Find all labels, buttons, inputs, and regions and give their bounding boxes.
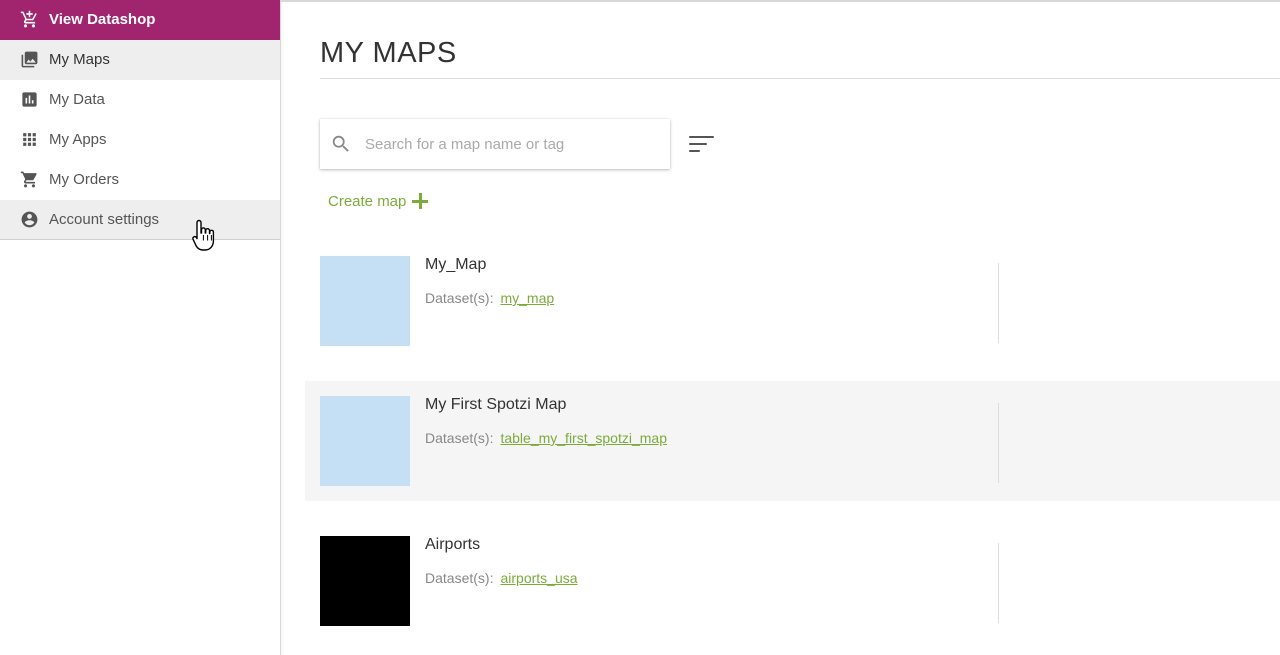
sidebar-item-account-settings[interactable]: Account settings (0, 200, 280, 240)
map-thumbnail[interactable] (320, 396, 410, 486)
sidebar-item-label: My Maps (49, 51, 110, 68)
map-list-item[interactable]: My First Spotzi Map Dataset(s): table_my… (305, 381, 1280, 501)
search-input[interactable] (365, 135, 645, 153)
sidebar-item-view-datashop[interactable]: View Datashop (0, 0, 280, 40)
sidebar-item-my-data[interactable]: My Data (0, 80, 280, 120)
sidebar-item-my-orders[interactable]: My Orders (0, 160, 280, 200)
page-title: MY MAPS (320, 37, 457, 69)
row-divider (998, 263, 999, 343)
account-circle-icon (19, 210, 39, 230)
sidebar-item-my-maps[interactable]: My Maps (0, 40, 280, 80)
map-list-item[interactable]: Airports Dataset(s): airports_usa (305, 521, 1280, 641)
create-map-button[interactable]: Create map (328, 192, 429, 210)
map-name[interactable]: Airports (425, 536, 480, 554)
map-datasets: Dataset(s): table_my_first_spotzi_map (425, 430, 667, 446)
title-divider (320, 78, 1280, 79)
map-list-item[interactable]: My_Map Dataset(s): my_map (305, 241, 1280, 361)
grid-icon (19, 130, 39, 150)
sidebar-item-my-apps[interactable]: My Apps (0, 120, 280, 160)
create-map-label: Create map (328, 192, 407, 210)
sidebar-item-label: My Data (49, 91, 105, 108)
main-content: MY MAPS Create map My_Map Dataset(s): my… (281, 0, 1280, 655)
dataset-link[interactable]: airports_usa (500, 570, 577, 586)
map-thumbnail[interactable] (320, 536, 410, 626)
image-icon (19, 50, 39, 70)
map-datasets: Dataset(s): airports_usa (425, 570, 578, 586)
bar-chart-icon (19, 90, 39, 110)
row-divider (998, 543, 999, 623)
sidebar-item-label: View Datashop (49, 11, 156, 28)
dataset-link[interactable]: table_my_first_spotzi_map (500, 430, 667, 446)
row-divider (998, 403, 999, 483)
map-thumbnail[interactable] (320, 256, 410, 346)
dataset-label: Dataset(s): (425, 290, 494, 306)
plus-icon (411, 192, 429, 210)
sort-icon[interactable] (689, 132, 717, 156)
sidebar-item-label: My Apps (49, 131, 107, 148)
dataset-label: Dataset(s): (425, 430, 494, 446)
dataset-link[interactable]: my_map (500, 290, 554, 306)
map-name[interactable]: My First Spotzi Map (425, 396, 566, 414)
search-icon[interactable] (330, 133, 352, 155)
cart-plus-icon (19, 10, 39, 30)
top-divider (281, 0, 1280, 2)
cart-icon (19, 170, 39, 190)
map-datasets: Dataset(s): my_map (425, 290, 554, 306)
search-box (320, 119, 670, 169)
sidebar-item-label: My Orders (49, 171, 120, 188)
sidebar-item-label: Account settings (49, 211, 160, 228)
dataset-label: Dataset(s): (425, 570, 494, 586)
map-name[interactable]: My_Map (425, 256, 486, 274)
sidebar: View Datashop My Maps My Data My Apps My… (0, 0, 281, 655)
